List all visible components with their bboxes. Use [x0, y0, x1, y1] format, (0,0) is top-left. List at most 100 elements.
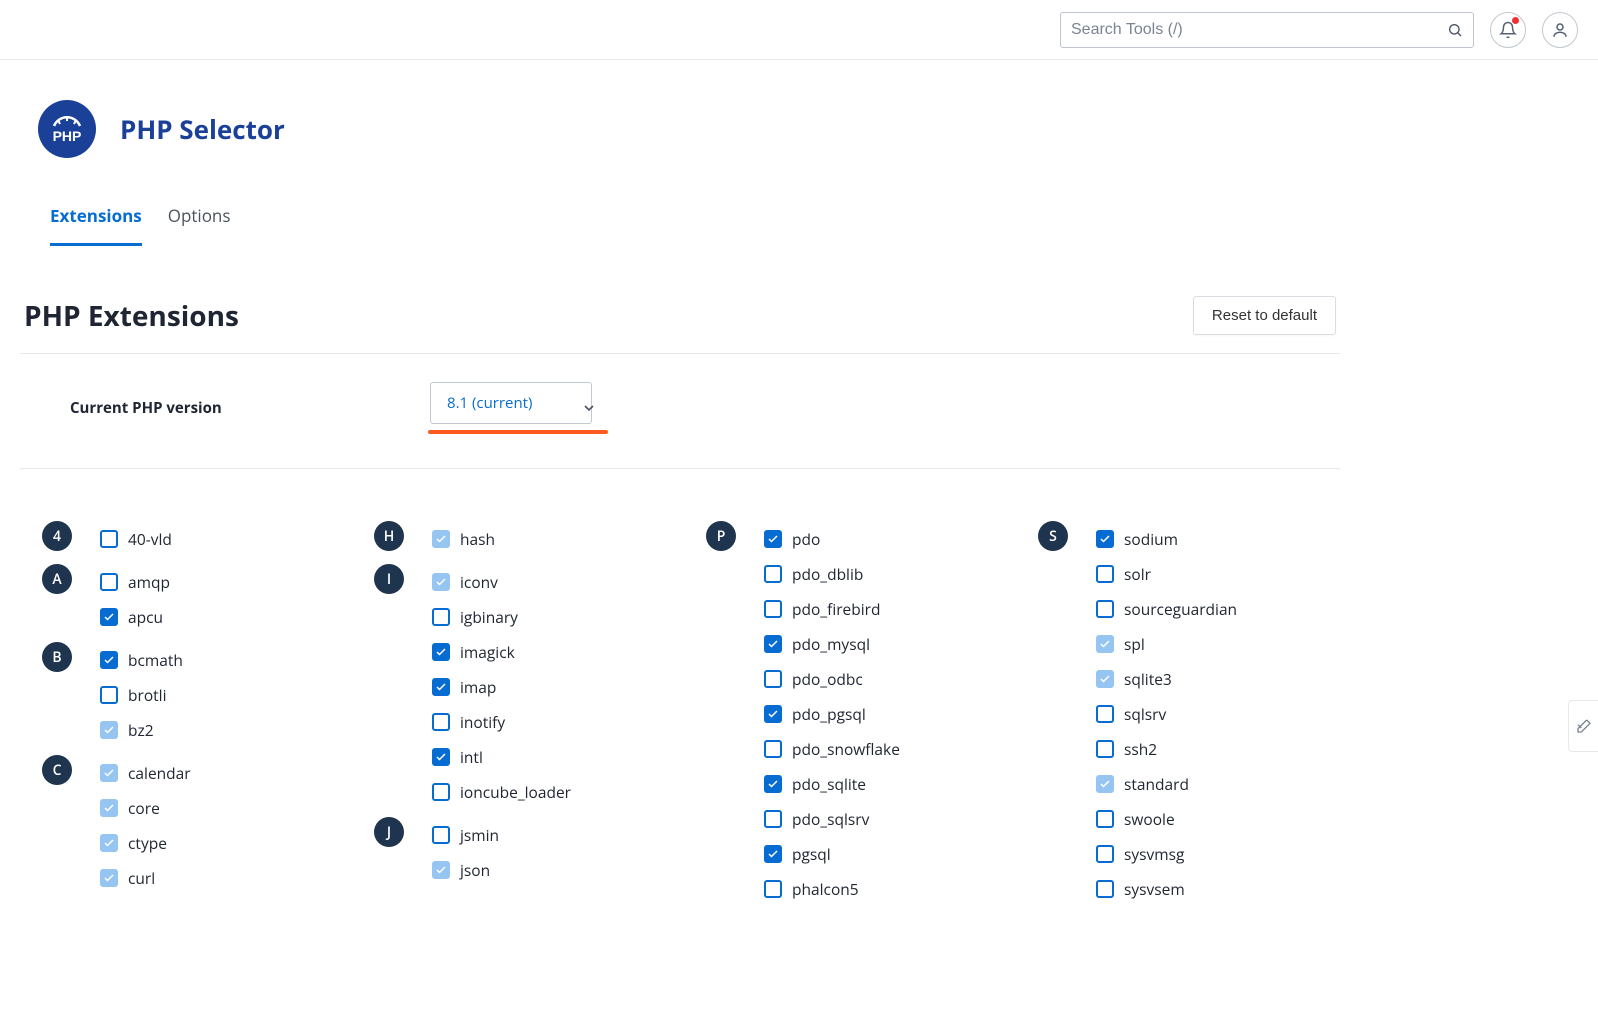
extension-label: brotli: [128, 684, 167, 706]
extension-label: imagick: [460, 641, 515, 663]
extension-swoole[interactable]: swoole: [1096, 801, 1340, 836]
checkbox: [100, 799, 118, 817]
checkbox: [100, 834, 118, 852]
extension-phalcon5[interactable]: phalcon5: [764, 871, 1008, 906]
extension-pdo_dblib[interactable]: pdo_dblib: [764, 556, 1008, 591]
checkbox[interactable]: [764, 530, 782, 548]
checkbox[interactable]: [100, 608, 118, 626]
search-input[interactable]: [1071, 21, 1439, 39]
extension-pdo_odbc[interactable]: pdo_odbc: [764, 661, 1008, 696]
extension-solr[interactable]: solr: [1096, 556, 1340, 591]
extension-sysvsem[interactable]: sysvsem: [1096, 871, 1340, 906]
checkbox[interactable]: [764, 845, 782, 863]
extension-label: pdo_dblib: [792, 563, 863, 585]
extension-intl[interactable]: intl: [432, 739, 676, 774]
extension-pdo_snowflake[interactable]: pdo_snowflake: [764, 731, 1008, 766]
version-select[interactable]: 8.1 (current): [430, 382, 592, 424]
checkbox[interactable]: [100, 530, 118, 548]
checkbox[interactable]: [432, 643, 450, 661]
extension-ssh2[interactable]: ssh2: [1096, 731, 1340, 766]
extension-pdo_firebird[interactable]: pdo_firebird: [764, 591, 1008, 626]
feedback-icon: [1576, 718, 1592, 734]
extension-pdo_mysql[interactable]: pdo_mysql: [764, 626, 1008, 661]
extension-ioncube_loader[interactable]: ioncube_loader: [432, 774, 676, 809]
checkbox[interactable]: [100, 686, 118, 704]
extension-pdo[interactable]: pdo: [764, 521, 1008, 556]
checkbox[interactable]: [432, 748, 450, 766]
highlight-annotation: [428, 430, 608, 434]
checkbox[interactable]: [764, 880, 782, 898]
extension-imagick[interactable]: imagick: [432, 634, 676, 669]
extension-pdo_pgsql[interactable]: pdo_pgsql: [764, 696, 1008, 731]
checkbox: [1096, 635, 1114, 653]
extension-label: calendar: [128, 762, 191, 784]
checkbox[interactable]: [764, 670, 782, 688]
checkbox[interactable]: [432, 608, 450, 626]
extension-label: core: [128, 797, 160, 819]
checkbox[interactable]: [432, 678, 450, 696]
checkbox[interactable]: [1096, 740, 1114, 758]
extension-label: amqp: [128, 571, 170, 593]
extension-apcu[interactable]: apcu: [100, 599, 344, 634]
extension-40-vld[interactable]: 40-vld: [100, 521, 344, 556]
checkbox[interactable]: [764, 600, 782, 618]
search-field[interactable]: [1060, 12, 1474, 48]
tab-options[interactable]: Options: [168, 204, 231, 246]
checkbox[interactable]: [764, 635, 782, 653]
extension-sqlsrv[interactable]: sqlsrv: [1096, 696, 1340, 731]
checkbox[interactable]: [100, 573, 118, 591]
divider: [20, 353, 1340, 354]
extension-label: solr: [1124, 563, 1151, 585]
checkbox[interactable]: [1096, 880, 1114, 898]
extension-core: core: [100, 790, 344, 825]
checkbox[interactable]: [432, 713, 450, 731]
reset-button[interactable]: Reset to default: [1193, 296, 1336, 335]
extension-curl: curl: [100, 860, 344, 895]
extension-pdo_sqlsrv[interactable]: pdo_sqlsrv: [764, 801, 1008, 836]
checkbox[interactable]: [432, 783, 450, 801]
checkbox[interactable]: [1096, 845, 1114, 863]
checkbox[interactable]: [764, 705, 782, 723]
extension-pdo_sqlite[interactable]: pdo_sqlite: [764, 766, 1008, 801]
user-menu-button[interactable]: [1542, 12, 1578, 48]
extension-sodium[interactable]: sodium: [1096, 521, 1340, 556]
extension-label: sodium: [1124, 528, 1178, 550]
checkbox[interactable]: [1096, 530, 1114, 548]
extension-label: spl: [1124, 633, 1145, 655]
checkbox[interactable]: [764, 775, 782, 793]
checkbox: [432, 530, 450, 548]
checkbox[interactable]: [1096, 810, 1114, 828]
tab-extensions[interactable]: Extensions: [50, 204, 142, 246]
extension-label: pdo_sqlite: [792, 773, 866, 795]
extension-label: pgsql: [792, 843, 831, 865]
checkbox[interactable]: [432, 826, 450, 844]
extension-inotify[interactable]: inotify: [432, 704, 676, 739]
checkbox[interactable]: [100, 651, 118, 669]
checkbox: [100, 721, 118, 739]
extension-sysvmsg[interactable]: sysvmsg: [1096, 836, 1340, 871]
user-icon: [1551, 21, 1569, 39]
extension-bcmath[interactable]: bcmath: [100, 642, 344, 677]
extension-sourceguardian[interactable]: sourceguardian: [1096, 591, 1340, 626]
checkbox[interactable]: [1096, 565, 1114, 583]
svg-text:PHP: PHP: [53, 128, 82, 144]
extension-label: iconv: [460, 571, 498, 593]
extension-ctype: ctype: [100, 825, 344, 860]
checkbox[interactable]: [1096, 600, 1114, 618]
extension-jsmin[interactable]: jsmin: [432, 817, 676, 852]
extension-label: hash: [460, 528, 495, 550]
version-value: 8.1 (current): [447, 393, 532, 413]
extension-amqp[interactable]: amqp: [100, 564, 344, 599]
checkbox[interactable]: [1096, 705, 1114, 723]
notifications-button[interactable]: [1490, 12, 1526, 48]
extension-pgsql[interactable]: pgsql: [764, 836, 1008, 871]
checkbox[interactable]: [764, 740, 782, 758]
checkbox[interactable]: [764, 810, 782, 828]
checkbox[interactable]: [764, 565, 782, 583]
extension-label: phalcon5: [792, 878, 859, 900]
extension-igbinary[interactable]: igbinary: [432, 599, 676, 634]
feedback-tab[interactable]: [1568, 700, 1598, 752]
extension-imap[interactable]: imap: [432, 669, 676, 704]
extension-brotli[interactable]: brotli: [100, 677, 344, 712]
group-letter: B: [42, 642, 72, 672]
